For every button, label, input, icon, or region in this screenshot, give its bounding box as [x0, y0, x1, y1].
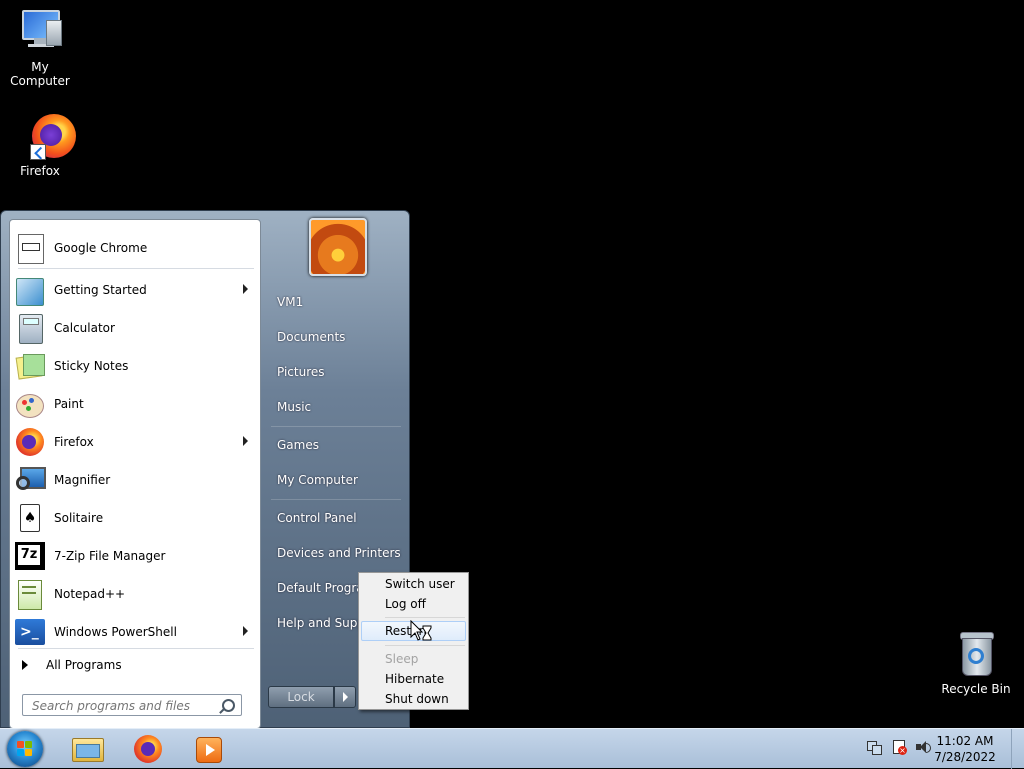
action-center-icon[interactable]: ×	[891, 739, 907, 755]
network-icon[interactable]	[866, 739, 882, 755]
program-calculator[interactable]: Calculator	[12, 310, 258, 346]
7zip-icon: 7z	[14, 540, 46, 572]
clock-time: 11:02 AM	[936, 734, 994, 748]
start-right-item-games[interactable]: Games	[269, 430, 405, 460]
menu-item-hibernate[interactable]: Hibernate	[361, 669, 466, 689]
media-player-icon	[196, 737, 222, 763]
program-label: Paint	[54, 397, 84, 411]
menu-divider	[385, 645, 465, 646]
getting-started-icon	[14, 274, 46, 306]
search-box[interactable]	[22, 694, 242, 716]
start-menu: Google Chrome Getting Started Calculator…	[0, 210, 410, 729]
divider	[271, 426, 401, 427]
start-right-item-devices-and-printers[interactable]: Devices and Printers	[269, 538, 405, 568]
program-label: Sticky Notes	[54, 359, 129, 373]
menu-item-shut-down[interactable]: Shut down	[361, 689, 466, 709]
expand-arrow-icon	[22, 660, 28, 670]
submenu-arrow-icon	[243, 436, 248, 446]
submenu-arrow-icon	[243, 284, 248, 294]
clock-date: 7/28/2022	[934, 750, 996, 764]
program-magnifier[interactable]: Magnifier	[12, 462, 258, 498]
menu-item-sleep: Sleep	[385, 652, 419, 666]
start-button[interactable]	[7, 731, 43, 767]
search-input[interactable]	[30, 696, 224, 716]
desktop-icon-recycle-bin[interactable]: Recycle Bin	[936, 630, 1016, 696]
taskbar-media-player-button[interactable]	[188, 732, 228, 766]
program-notepadpp[interactable]: Notepad++	[12, 576, 258, 612]
program-label: Getting Started	[54, 283, 147, 297]
firefox-icon	[14, 426, 46, 458]
program-label: Windows PowerShell	[54, 625, 177, 639]
menu-item-log-off[interactable]: Log off	[361, 594, 466, 614]
start-right-item-pictures[interactable]: Pictures	[269, 357, 405, 387]
volume-icon[interactable]	[915, 739, 931, 755]
start-right-item-documents[interactable]: Documents	[269, 322, 405, 352]
divider	[18, 268, 254, 269]
program-google-chrome[interactable]: Google Chrome	[12, 230, 258, 266]
all-programs-label: All Programs	[46, 658, 122, 672]
program-label: Firefox	[54, 435, 94, 449]
program-getting-started[interactable]: Getting Started	[12, 272, 258, 308]
lock-button[interactable]: Lock	[268, 686, 334, 708]
taskbar-explorer-button[interactable]	[67, 732, 107, 766]
busy-cursor-icon	[410, 620, 432, 641]
desktop-icon-label: My Computer	[10, 60, 70, 88]
desktop-icon-label: Recycle Bin	[941, 682, 1011, 696]
desktop-icon-label: Firefox	[20, 164, 60, 178]
desktop-icon-firefox[interactable]: Firefox	[0, 112, 80, 178]
windows-logo-icon	[17, 741, 33, 757]
notepadpp-icon	[14, 578, 46, 610]
submenu-arrow-icon	[243, 626, 248, 636]
calculator-icon	[14, 312, 46, 344]
recycle-bin-icon	[956, 630, 996, 678]
program-label: 7-Zip File Manager	[54, 549, 166, 563]
all-programs-button[interactable]: All Programs	[12, 650, 258, 680]
program-label: Solitaire	[54, 511, 104, 525]
clock[interactable]: 11:02 AM 7/28/2022	[930, 733, 1000, 765]
program-label: Notepad++	[54, 587, 126, 601]
divider	[18, 648, 254, 649]
program-label: Calculator	[54, 321, 115, 335]
user-picture[interactable]	[309, 218, 367, 276]
magnifier-icon	[14, 464, 46, 496]
chrome-icon	[14, 232, 46, 264]
sticky-notes-icon	[14, 350, 46, 382]
program-windows-powershell[interactable]: >_ Windows PowerShell	[12, 614, 258, 650]
program-sticky-notes[interactable]: Sticky Notes	[12, 348, 258, 384]
start-right-item-my-computer[interactable]: My Computer	[269, 465, 405, 495]
program-solitaire[interactable]: ♠ Solitaire	[12, 500, 258, 536]
firefox-icon	[16, 112, 76, 160]
power-options-arrow-button[interactable]	[334, 686, 356, 708]
taskbar-firefox-button[interactable]	[129, 732, 169, 766]
start-right-item-vm1[interactable]: VM1	[269, 287, 405, 317]
search-icon[interactable]	[222, 699, 235, 712]
divider	[271, 499, 401, 500]
program-label: Magnifier	[54, 473, 111, 487]
paint-icon	[14, 388, 46, 420]
start-menu-programs-pane: Google Chrome Getting Started Calculator…	[9, 219, 261, 729]
program-firefox[interactable]: Firefox	[12, 424, 258, 460]
start-right-item-control-panel[interactable]: Control Panel	[269, 503, 405, 533]
program-label: Google Chrome	[54, 241, 148, 255]
show-desktop-button[interactable]	[1011, 729, 1024, 769]
taskbar: × 11:02 AM 7/28/2022	[0, 728, 1024, 769]
menu-divider	[385, 617, 465, 618]
program-7zip[interactable]: 7z 7-Zip File Manager	[12, 538, 258, 574]
firefox-icon	[134, 735, 162, 763]
menu-item-switch-user[interactable]: Switch user	[361, 574, 466, 594]
explorer-icon	[72, 738, 104, 762]
powershell-icon: >_	[14, 616, 46, 648]
computer-icon	[16, 8, 64, 56]
solitaire-icon: ♠	[14, 502, 46, 534]
start-right-item-music[interactable]: Music	[269, 392, 405, 422]
program-paint[interactable]: Paint	[12, 386, 258, 422]
desktop-icon-my-computer[interactable]: My Computer	[0, 8, 80, 88]
